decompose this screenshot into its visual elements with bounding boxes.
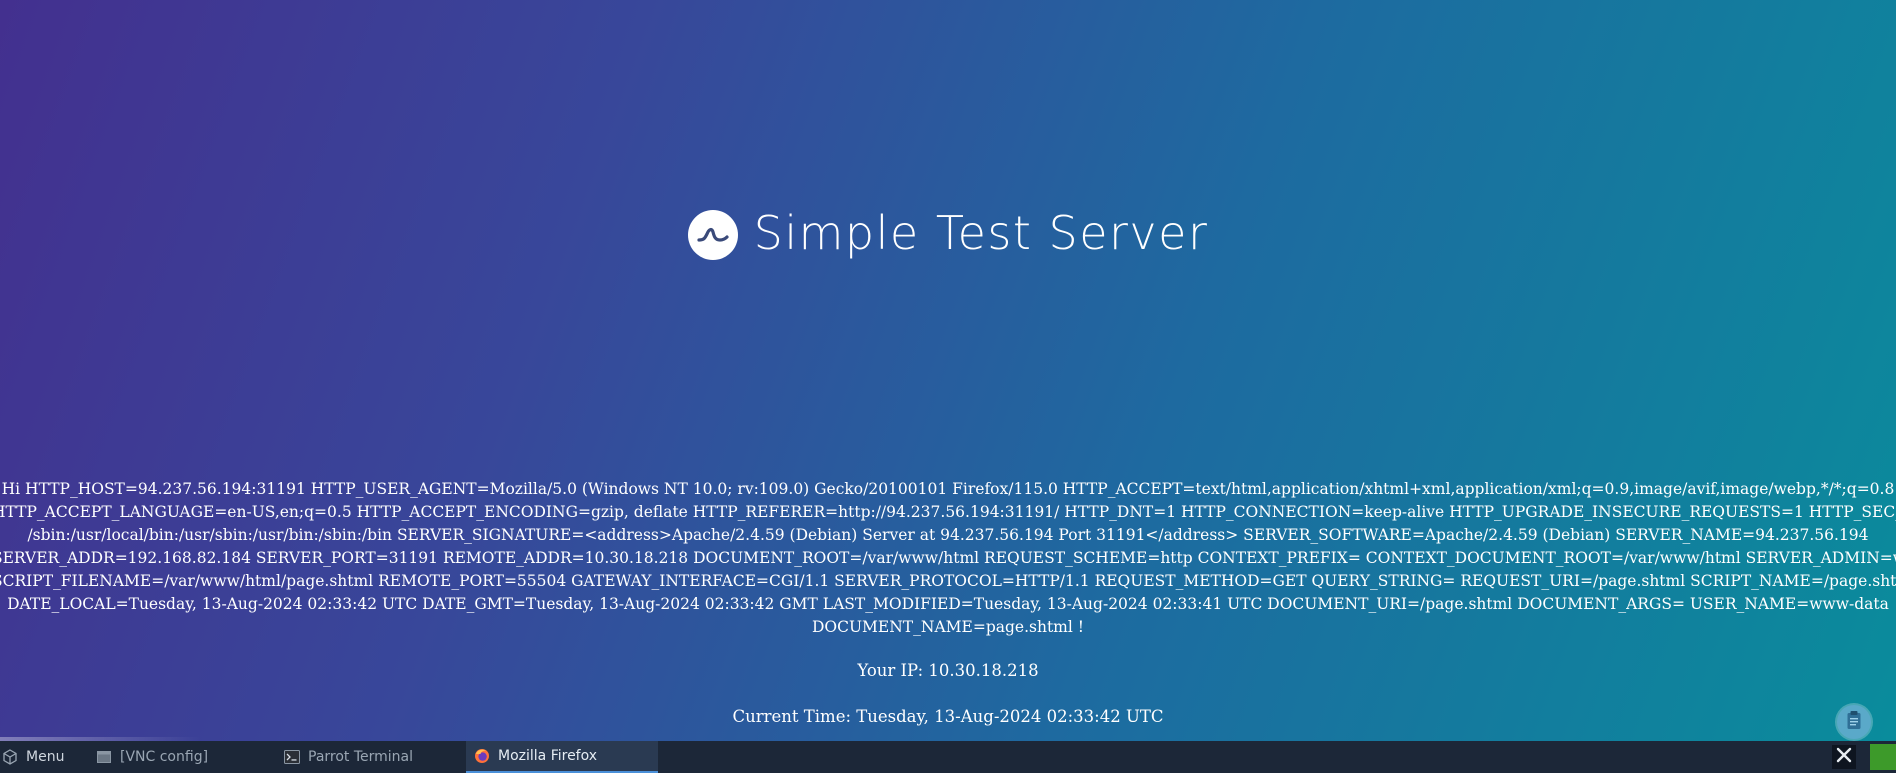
clipboard-icon [1846,710,1862,734]
taskbar: Menu [VNC config] Parrot Terminal Mozill… [0,741,1896,773]
close-icon [1835,746,1853,768]
tray-indicator[interactable] [1870,744,1896,770]
close-window-button[interactable] [1832,745,1856,769]
taskbar-firefox-label: Mozilla Firefox [498,748,598,764]
terminal-icon [284,749,300,765]
current-time-text: Current Time: Tuesday, 13-Aug-2024 02:33… [732,707,1164,726]
env-line: DOCUMENT_NAME=page.shtml ! [812,618,1084,636]
env-line: HTTP_ACCEPT_LANGUAGE=en-US,en;q=0.5 HTTP… [0,503,1896,521]
browser-viewport: Simple Test Server Hi HTTP_HOST=94.237.5… [0,0,1896,741]
window-icon [96,749,112,765]
your-ip-text: Your IP: 10.30.18.218 [857,661,1039,680]
taskbar-vnc-label: [VNC config] [120,749,209,765]
site-title: Simple Test Server [753,206,1209,260]
env-line: /sbin:/usr/local/bin:/usr/sbin:/usr/bin:… [27,526,1869,544]
env-line: SCRIPT_FILENAME=/var/www/html/page.shtml… [0,572,1896,590]
taskbar-mozilla-firefox[interactable]: Mozilla Firefox [466,741,658,773]
taskbar-menu-button[interactable]: Menu [0,741,88,773]
taskbar-menu-label: Menu [26,749,65,765]
environment-variables-text: Hi HTTP_HOST=94.237.56.194:31191 HTTP_US… [0,478,1896,639]
wave-icon [687,210,738,260]
env-line: Hi HTTP_HOST=94.237.56.194:31191 HTTP_US… [1,480,1895,498]
firefox-icon [474,748,490,764]
env-line: DATE_LOCAL=Tuesday, 13-Aug-2024 02:33:42… [7,595,1889,613]
env-line: SERVER_ADDR=192.168.82.184 SERVER_PORT=3… [0,549,1896,567]
taskbar-vnc-config[interactable]: [VNC config] [88,741,276,773]
taskbar-terminal-label: Parrot Terminal [308,749,414,765]
cube-icon [2,749,18,765]
taskbar-parrot-terminal[interactable]: Parrot Terminal [276,741,466,773]
clipboard-button[interactable] [1837,705,1871,739]
site-header: Simple Test Server [0,206,1896,262]
